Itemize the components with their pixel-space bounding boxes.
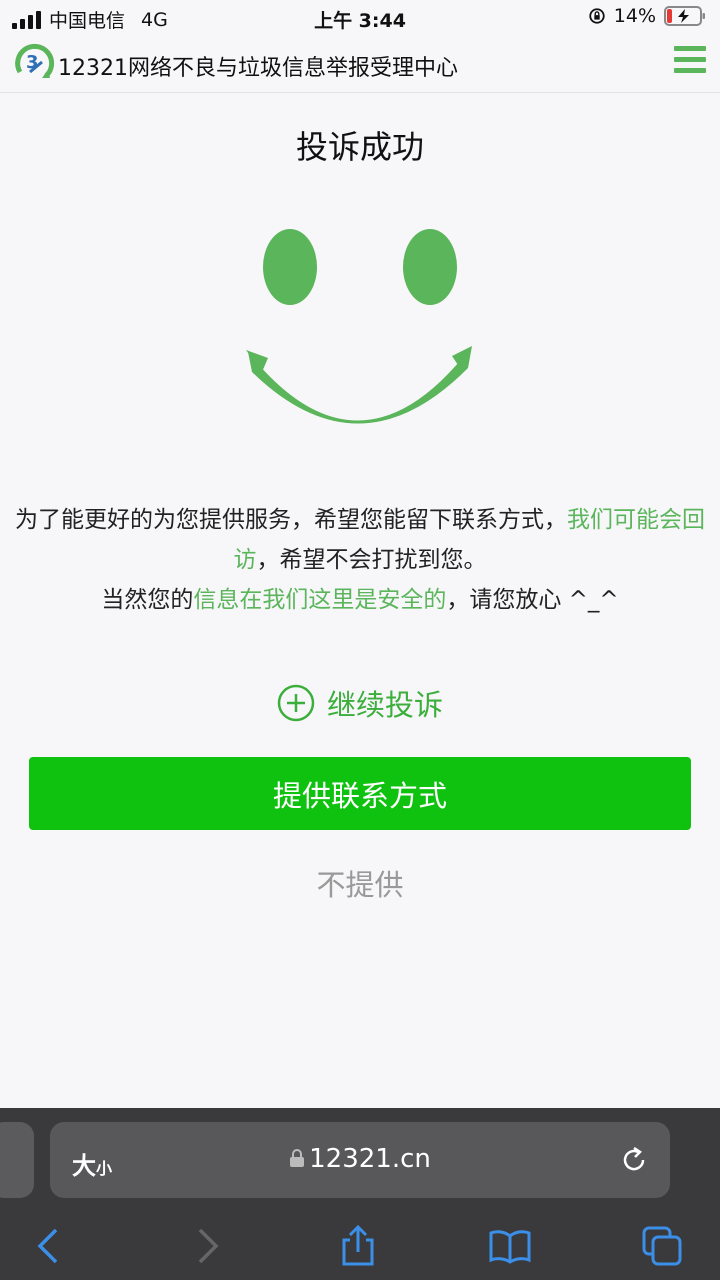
decline-link[interactable]: 不提供 bbox=[0, 862, 720, 904]
forward-arrow-icon[interactable] bbox=[184, 1224, 228, 1268]
logo-icon: 3 bbox=[15, 43, 55, 78]
browser-toolbar bbox=[0, 1216, 720, 1276]
hamburger-menu-icon[interactable] bbox=[674, 46, 706, 74]
battery-percent: 14% bbox=[613, 5, 656, 27]
previous-tab-preview[interactable] bbox=[0, 1122, 34, 1198]
message-part3: 当然您的 bbox=[101, 587, 194, 613]
status-right: 14% bbox=[588, 5, 706, 27]
message-highlight2: 信息在我们这里是安全的 bbox=[193, 587, 447, 613]
battery-charging-icon bbox=[664, 6, 705, 26]
browser-bar: 大小 12321.cn bbox=[0, 1108, 720, 1280]
smiley-face-icon bbox=[246, 229, 472, 424]
address-bar[interactable]: 大小 12321.cn bbox=[50, 1122, 670, 1198]
url-text: 12321.cn bbox=[309, 1144, 431, 1174]
continue-label: 继续投诉 bbox=[326, 688, 443, 722]
plus-circle-icon bbox=[277, 684, 315, 722]
reload-icon[interactable] bbox=[620, 1146, 648, 1174]
back-arrow-icon[interactable] bbox=[28, 1224, 72, 1268]
continue-complaint-link[interactable]: 继续投诉 bbox=[0, 682, 720, 724]
lock-icon bbox=[290, 1149, 305, 1167]
provide-contact-button[interactable]: 提供联系方式 bbox=[29, 757, 691, 830]
message-part1: 为了能更好的为您提供服务，希望您能留下联系方式， bbox=[15, 507, 567, 533]
page-title: 投诉成功 bbox=[295, 128, 424, 166]
share-icon[interactable] bbox=[336, 1224, 380, 1268]
site-header: 3 12321网络不良与垃圾信息举报受理中心 bbox=[0, 36, 720, 93]
orientation-lock-icon bbox=[589, 8, 605, 24]
message-text: 为了能更好的为您提供服务，希望您能留下联系方式，我们可能会回访，希望不会打扰到您… bbox=[6, 500, 714, 620]
status-bar: 中国电信 4G 上午 3:44 14% bbox=[0, 0, 720, 36]
tabs-icon[interactable] bbox=[640, 1224, 684, 1268]
message-part4: ，请您放心 ^_^ bbox=[446, 587, 619, 613]
message-part2: ，希望不会打扰到您。 bbox=[256, 547, 487, 573]
url-display[interactable]: 12321.cn bbox=[50, 1144, 670, 1174]
site-title: 12321网络不良与垃圾信息举报受理中心 bbox=[58, 56, 458, 81]
bookmarks-icon[interactable] bbox=[488, 1224, 532, 1268]
